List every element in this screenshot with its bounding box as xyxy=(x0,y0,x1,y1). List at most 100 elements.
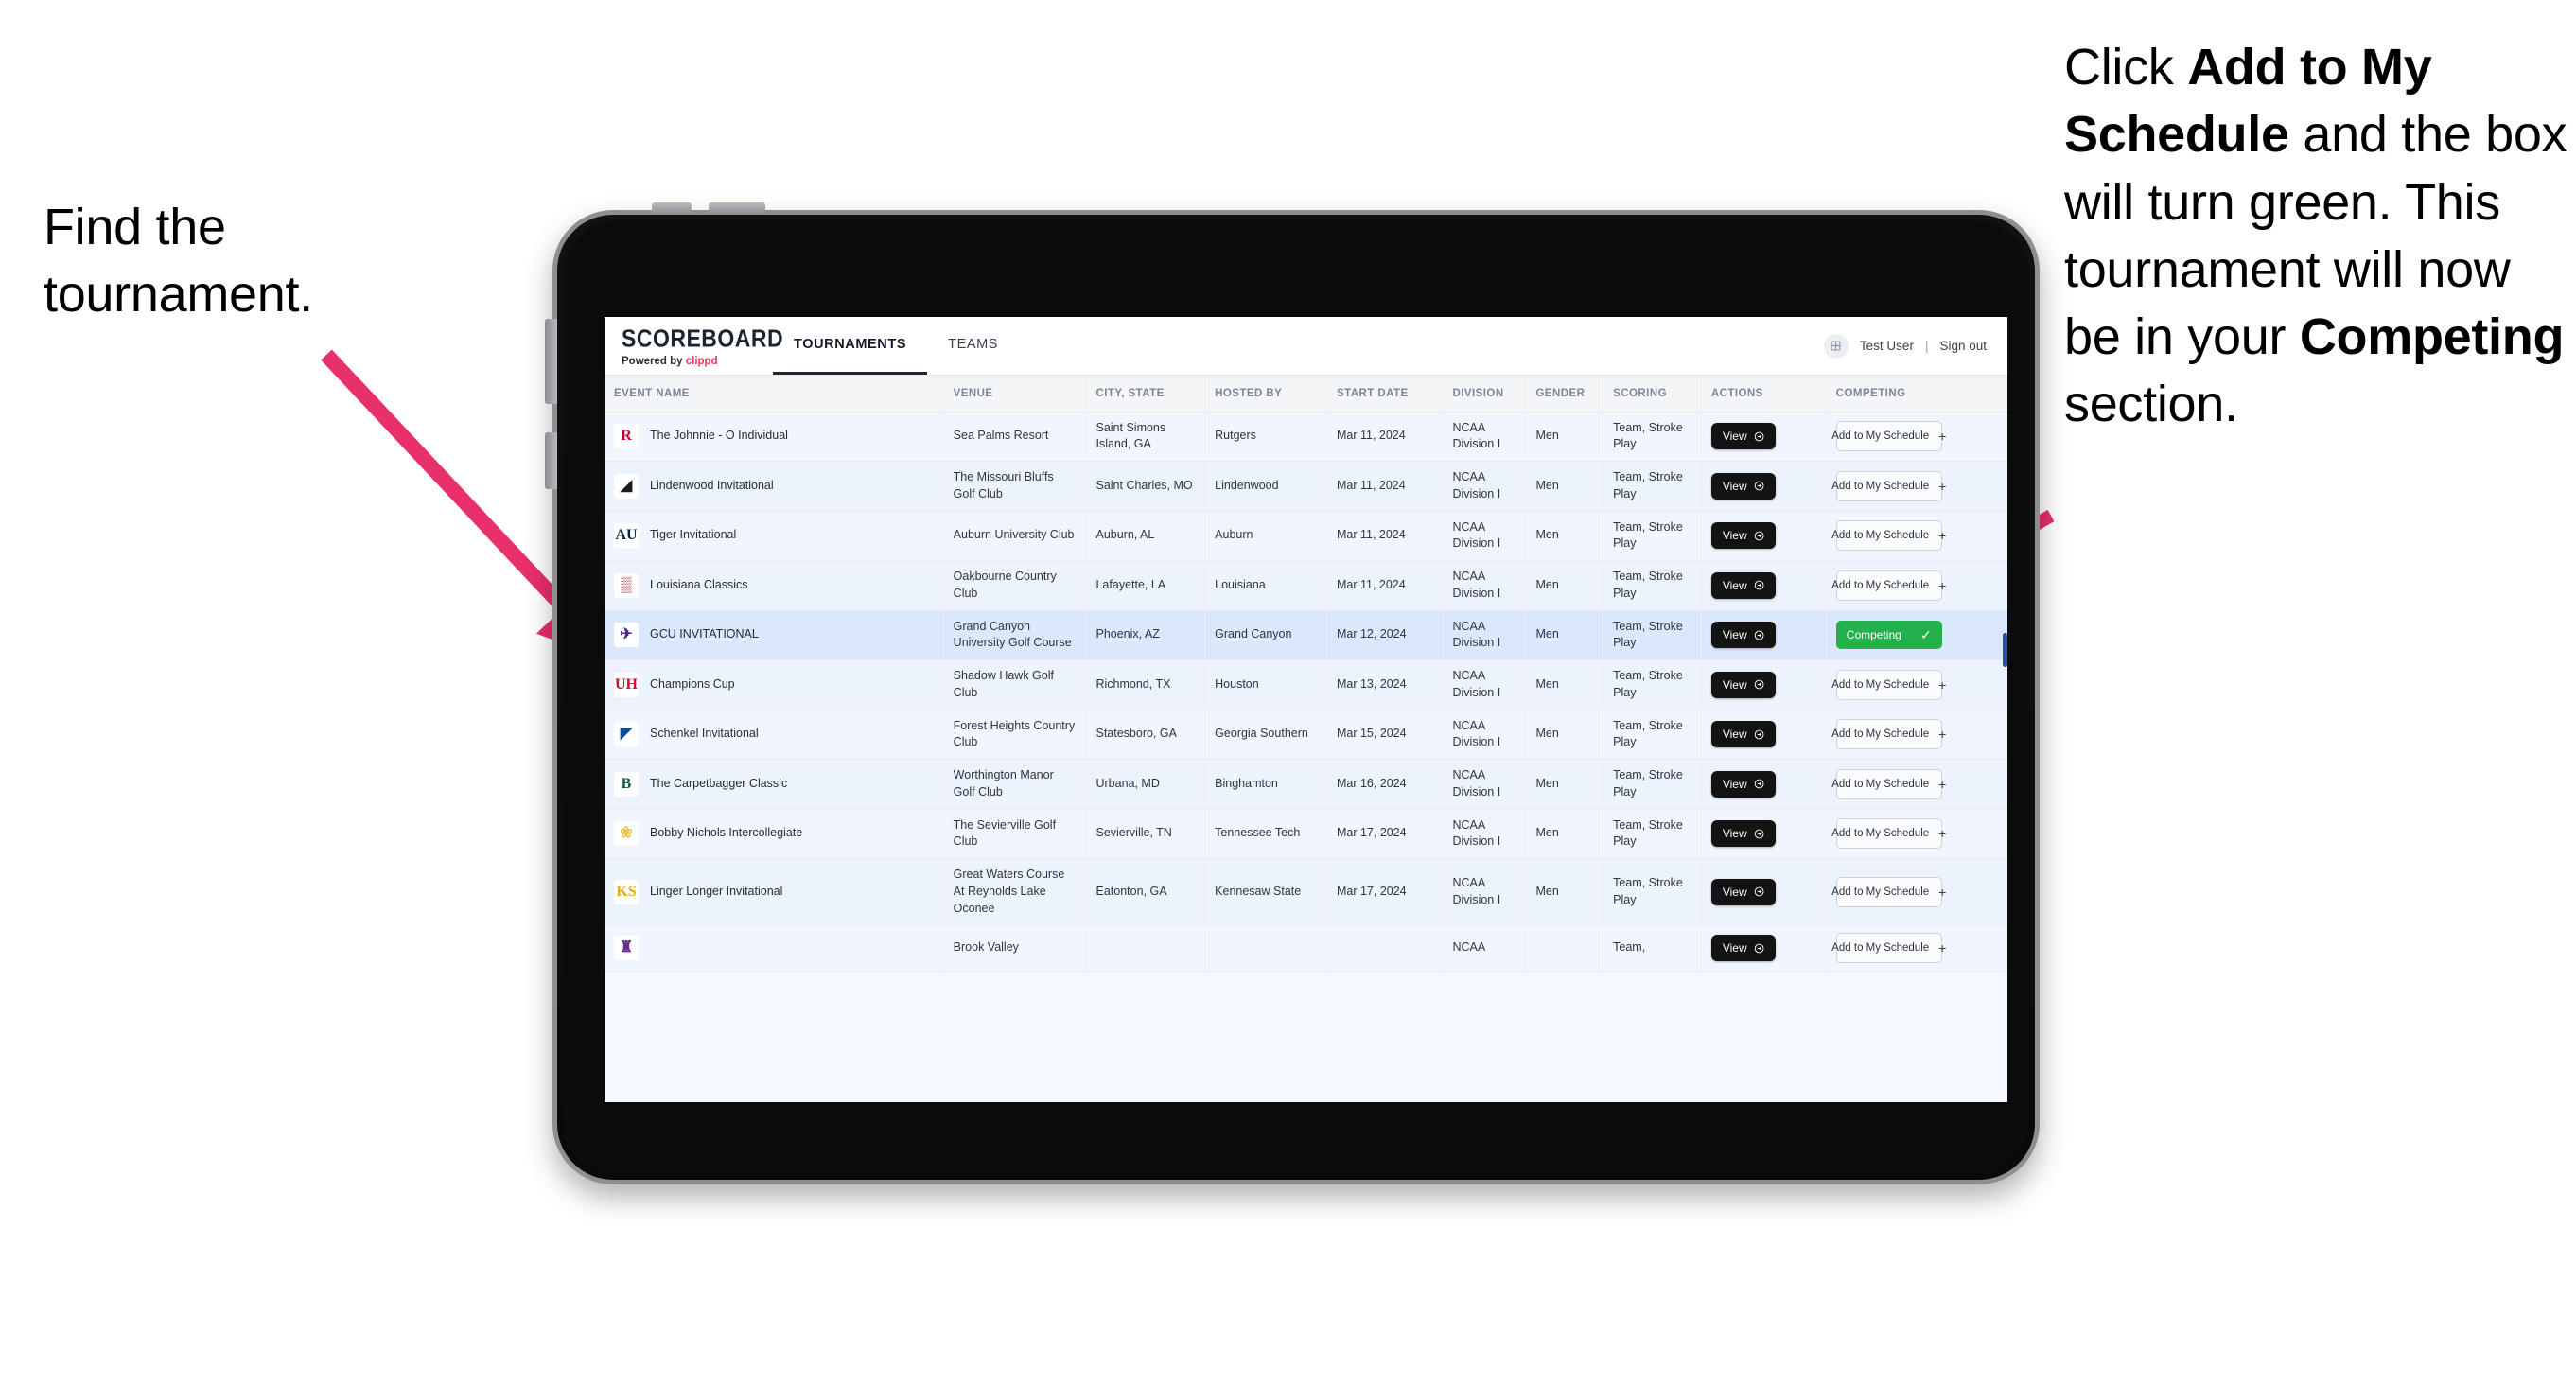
add-to-my-schedule-button[interactable]: Add to My Schedule + xyxy=(1831,719,1946,750)
user-name: Test User xyxy=(1859,339,1914,353)
event-name-label: Linger Longer Invitational xyxy=(650,884,783,898)
cell-actions: View xyxy=(1701,759,1827,810)
table-row[interactable]: ♜ Brook Valley NCAA Team, View Add to My… xyxy=(605,924,2007,973)
view-button-label: View xyxy=(1722,430,1747,444)
tablet-device-frame: SCOREBOARD Powered by clippd TOURNAMENTS… xyxy=(545,202,2040,1184)
table-row[interactable]: UH Champions Cup Shadow Hawk Golf Club R… xyxy=(605,659,2007,711)
cell-scoring: Team, Stroke Play xyxy=(1603,858,1702,926)
add-to-my-schedule-label: Add to My Schedule xyxy=(1831,728,1930,741)
view-button[interactable]: View xyxy=(1710,770,1776,798)
view-button[interactable]: View xyxy=(1710,820,1776,848)
cell-scoring: Team, xyxy=(1603,924,1702,973)
table-row[interactable]: B The Carpetbagger Classic Worthington M… xyxy=(605,759,2007,810)
col-division: DIVISION xyxy=(1443,376,1527,412)
plus-icon: + xyxy=(1938,884,1947,900)
cell-city-state: Phoenix, AZ xyxy=(1085,610,1206,660)
table-row[interactable]: ◤ Schenkel Invitational Forest Heights C… xyxy=(605,710,2007,760)
cell-city-state: Statesboro, GA xyxy=(1085,710,1206,760)
cell-competing: Add to My Schedule + xyxy=(1826,511,2007,561)
cell-event-name: ▒ Louisiana Classics xyxy=(605,560,944,611)
view-button[interactable]: View xyxy=(1710,671,1776,698)
cell-competing: Add to My Schedule + xyxy=(1826,858,2007,926)
cell-scoring: Team, Stroke Play xyxy=(1603,610,1702,660)
cell-hosted-by: Georgia Southern xyxy=(1204,710,1327,760)
add-to-my-schedule-button[interactable]: Add to My Schedule + xyxy=(1831,768,1946,799)
table-row[interactable]: AU Tiger Invitational Auburn University … xyxy=(605,511,2007,561)
team-logo-icon: ◤ xyxy=(614,722,639,747)
add-to-my-schedule-button[interactable]: Add to My Schedule + xyxy=(1831,876,1946,907)
add-to-my-schedule-button[interactable]: Add to My Schedule + xyxy=(1831,520,1946,552)
add-to-my-schedule-button[interactable]: Add to My Schedule + xyxy=(1831,818,1946,850)
add-to-my-schedule-button[interactable]: Add to My Schedule + xyxy=(1831,933,1946,964)
table-row[interactable]: KS Linger Longer Invitational Great Wate… xyxy=(605,858,2007,926)
view-button[interactable]: View xyxy=(1710,472,1776,500)
cell-start-date: Mar 11, 2024 xyxy=(1326,412,1444,462)
table-body: R The Johnnie - O Individual Sea Palms R… xyxy=(605,412,2007,973)
cell-hosted-by: Lindenwood xyxy=(1204,461,1327,512)
add-to-my-schedule-button[interactable]: Add to My Schedule + xyxy=(1831,570,1946,601)
cell-gender xyxy=(1525,924,1604,973)
vertical-scrollbar[interactable] xyxy=(2003,633,2007,667)
event-name-wrap: ♜ xyxy=(614,936,934,961)
side-button-2[interactable] xyxy=(545,432,557,489)
cell-gender: Men xyxy=(1525,461,1604,512)
arrow-circle-right-icon xyxy=(1754,431,1764,442)
cell-hosted-by xyxy=(1204,924,1327,973)
col-gender: GENDER xyxy=(1525,376,1604,412)
view-button[interactable]: View xyxy=(1710,878,1776,905)
cell-competing: Add to My Schedule + xyxy=(1826,659,2007,711)
view-button[interactable]: View xyxy=(1710,522,1776,550)
cell-division: NCAA Division I xyxy=(1443,511,1527,561)
team-logo-icon: ❀ xyxy=(614,821,639,847)
plus-icon: + xyxy=(1938,727,1947,743)
table-row[interactable]: ✈ GCU INVITATIONAL Grand Canyon Universi… xyxy=(605,610,2007,660)
table-header-row: EVENT NAME VENUE CITY, STATE HOSTED BY S… xyxy=(605,376,2007,412)
cell-actions: View xyxy=(1701,560,1827,611)
user-separator: | xyxy=(1924,339,1929,353)
view-button-label: View xyxy=(1722,578,1747,592)
plus-icon: + xyxy=(1938,478,1947,494)
tab-teams-label: TEAMS xyxy=(948,337,999,352)
view-button[interactable]: View xyxy=(1710,571,1776,599)
cell-event-name: KS Linger Longer Invitational xyxy=(605,858,944,926)
arrow-circle-right-icon xyxy=(1754,829,1764,839)
view-button-label: View xyxy=(1722,777,1747,791)
cell-start-date xyxy=(1326,924,1444,973)
table-row[interactable]: R The Johnnie - O Individual Sea Palms R… xyxy=(605,412,2007,462)
cell-event-name: ❀ Bobby Nichols Intercollegiate xyxy=(605,809,944,859)
arrow-circle-right-icon xyxy=(1754,886,1764,897)
add-to-my-schedule-button[interactable]: Add to My Schedule + xyxy=(1831,470,1946,501)
competing-label: Competing xyxy=(1846,628,1901,642)
cell-gender: Men xyxy=(1525,858,1604,926)
side-button-1[interactable] xyxy=(545,319,557,404)
cell-start-date: Mar 11, 2024 xyxy=(1326,461,1444,512)
sign-out-link[interactable]: Sign out xyxy=(1939,339,1987,353)
team-logo-icon: ▒ xyxy=(614,572,639,598)
tab-tournaments-label: TOURNAMENTS xyxy=(794,337,907,352)
add-to-my-schedule-button[interactable]: Add to My Schedule + xyxy=(1831,669,1946,700)
brand-title: SCOREBOARD xyxy=(622,325,784,353)
view-button[interactable]: View xyxy=(1710,721,1776,748)
view-button[interactable]: View xyxy=(1710,935,1776,962)
check-icon: ✓ xyxy=(1920,627,1932,643)
team-logo-icon: ◢ xyxy=(614,473,639,499)
tab-teams[interactable]: TEAMS xyxy=(927,317,1019,375)
table-row[interactable]: ▒ Louisiana Classics Oakbourne Country C… xyxy=(605,560,2007,611)
cell-division: NCAA Division I xyxy=(1443,710,1527,760)
competing-badge[interactable]: Competing ✓ xyxy=(1835,621,1942,650)
add-to-my-schedule-button[interactable]: Add to My Schedule + xyxy=(1831,421,1946,452)
view-button[interactable]: View xyxy=(1710,622,1776,649)
view-button-label: View xyxy=(1722,728,1747,742)
event-name-wrap: UH Champions Cup xyxy=(614,672,934,697)
volume-up-button[interactable] xyxy=(652,202,692,215)
brand-subtitle: Powered by clippd xyxy=(622,356,756,367)
user-avatar-icon[interactable] xyxy=(1823,333,1849,359)
cell-gender: Men xyxy=(1525,659,1604,711)
table-row[interactable]: ◢ Lindenwood Invitational The Missouri B… xyxy=(605,461,2007,512)
view-button[interactable]: View xyxy=(1710,423,1776,450)
tab-tournaments[interactable]: TOURNAMENTS xyxy=(773,317,928,375)
plus-icon: + xyxy=(1938,676,1947,693)
arrow-circle-right-icon xyxy=(1754,679,1764,690)
volume-down-button[interactable] xyxy=(709,202,765,215)
table-row[interactable]: ❀ Bobby Nichols Intercollegiate The Sevi… xyxy=(605,809,2007,859)
